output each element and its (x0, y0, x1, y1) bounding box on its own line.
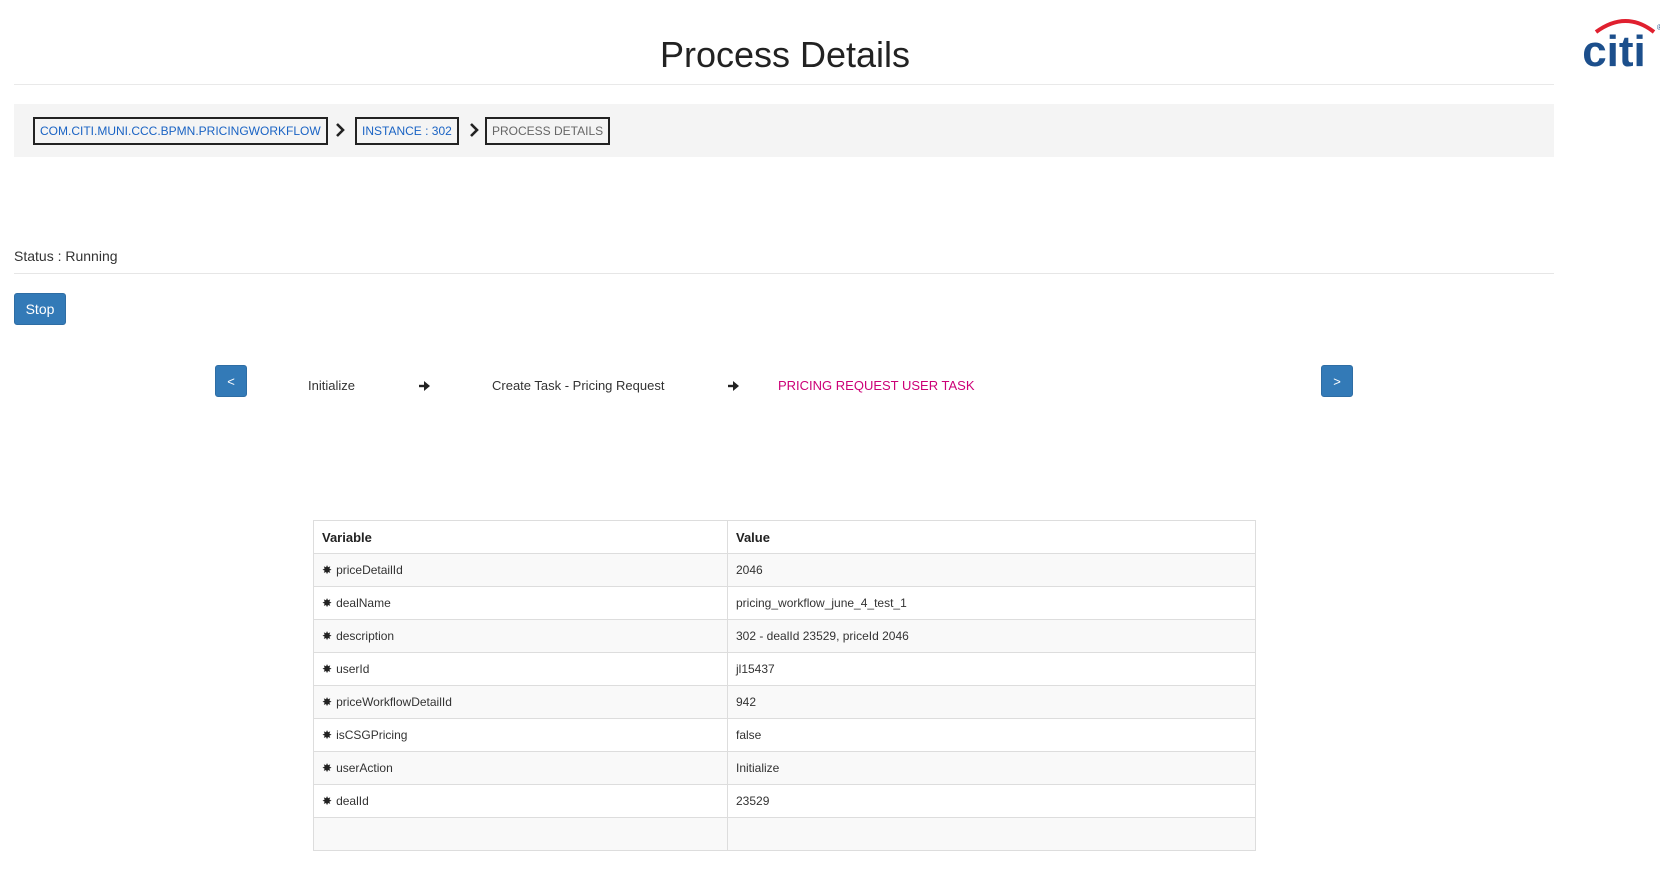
variable-cell: ✸ priceDetailId (313, 553, 728, 587)
value-cell: false (727, 718, 1256, 752)
variable-name: userId (336, 662, 370, 676)
asterisk-icon: ✸ (322, 662, 333, 676)
variable-name: dealName (336, 596, 391, 610)
table-row: ✸ isCSGPricing false (313, 718, 1256, 752)
table-row: ✸ userAction Initialize (313, 751, 1256, 785)
header-divider (14, 84, 1554, 85)
variable-name: dealId (336, 794, 369, 808)
asterisk-icon: ✸ (322, 695, 333, 709)
variable-name: userAction (336, 761, 393, 775)
variable-cell: ✸ dealId (313, 784, 728, 818)
breadcrumb-item-process-details: PROCESS DETAILS (485, 117, 611, 145)
variable-cell (313, 817, 728, 851)
value-cell: 302 - dealId 23529, priceId 2046 (727, 619, 1256, 653)
asterisk-icon: ✸ (322, 761, 333, 775)
table-header-row: Variable Value (313, 520, 1256, 554)
variable-cell: ✸ userAction (313, 751, 728, 785)
workflow-step-current: PRICING REQUEST USER TASK (778, 378, 975, 393)
table-row (313, 817, 1256, 851)
table-row: ✸ priceWorkflowDetailId 942 (313, 685, 1256, 719)
asterisk-icon: ✸ (322, 794, 333, 808)
variable-cell: ✸ isCSGPricing (313, 718, 728, 752)
chevron-right-icon (336, 123, 345, 137)
chevron-right-icon (470, 123, 479, 137)
table-row: ✸ dealId 23529 (313, 784, 1256, 818)
previous-step-button[interactable]: < (215, 365, 247, 397)
arrow-right-icon (419, 381, 430, 391)
variable-cell: ✸ priceWorkflowDetailId (313, 685, 728, 719)
column-header-value: Value (727, 520, 1256, 554)
variable-name: isCSGPricing (336, 728, 408, 742)
value-cell: 2046 (727, 553, 1256, 587)
value-cell: 23529 (727, 784, 1256, 818)
asterisk-icon: ✸ (322, 563, 333, 577)
logo-text: citi (1582, 27, 1646, 74)
variable-cell: ✸ description (313, 619, 728, 653)
workflow-step-create-task: Create Task - Pricing Request (492, 378, 665, 393)
stop-button[interactable]: Stop (14, 293, 66, 325)
status-divider (14, 273, 1554, 274)
asterisk-icon: ✸ (322, 728, 333, 742)
column-header-variable: Variable (313, 520, 728, 554)
status-text: Status : Running (14, 248, 118, 264)
value-cell: Initialize (727, 751, 1256, 785)
table-row: ✸ userId jl15437 (313, 652, 1256, 686)
value-cell: pricing_workflow_june_4_test_1 (727, 586, 1256, 620)
breadcrumb-item-instance[interactable]: INSTANCE : 302 (355, 117, 459, 145)
value-cell: 942 (727, 685, 1256, 719)
asterisk-icon: ✸ (322, 629, 333, 643)
variable-name: description (336, 629, 395, 643)
asterisk-icon: ✸ (322, 596, 333, 610)
citi-logo: citi ® (1582, 19, 1660, 74)
breadcrumb: COM.CITI.MUNI.CCC.BPMN.PRICINGWORKFLOW I… (14, 104, 1554, 157)
workflow-step-initialize: Initialize (308, 378, 355, 393)
value-cell (727, 817, 1256, 851)
table-row: ✸ description 302 - dealId 23529, priceId… (313, 619, 1256, 653)
variable-cell: ✸ dealName (313, 586, 728, 620)
table-row: ✸ dealName pricing_workflow_june_4_test_1 (313, 586, 1256, 620)
arrow-right-icon (728, 381, 739, 391)
variable-cell: ✸ userId (313, 652, 728, 686)
value-cell: jl15437 (727, 652, 1256, 686)
breadcrumb-item-workflow[interactable]: COM.CITI.MUNI.CCC.BPMN.PRICINGWORKFLOW (33, 117, 328, 145)
variable-name: priceDetailId (336, 563, 403, 577)
page-title: Process Details (659, 34, 911, 75)
table-row: ✸ priceDetailId 2046 (313, 553, 1256, 587)
next-step-button[interactable]: > (1321, 365, 1353, 397)
variables-table: Variable Value ✸ priceDetailId 2046 ✸ deal… (313, 520, 1256, 851)
svg-text:®: ® (1657, 23, 1660, 32)
variable-name: priceWorkflowDetailId (336, 695, 452, 709)
